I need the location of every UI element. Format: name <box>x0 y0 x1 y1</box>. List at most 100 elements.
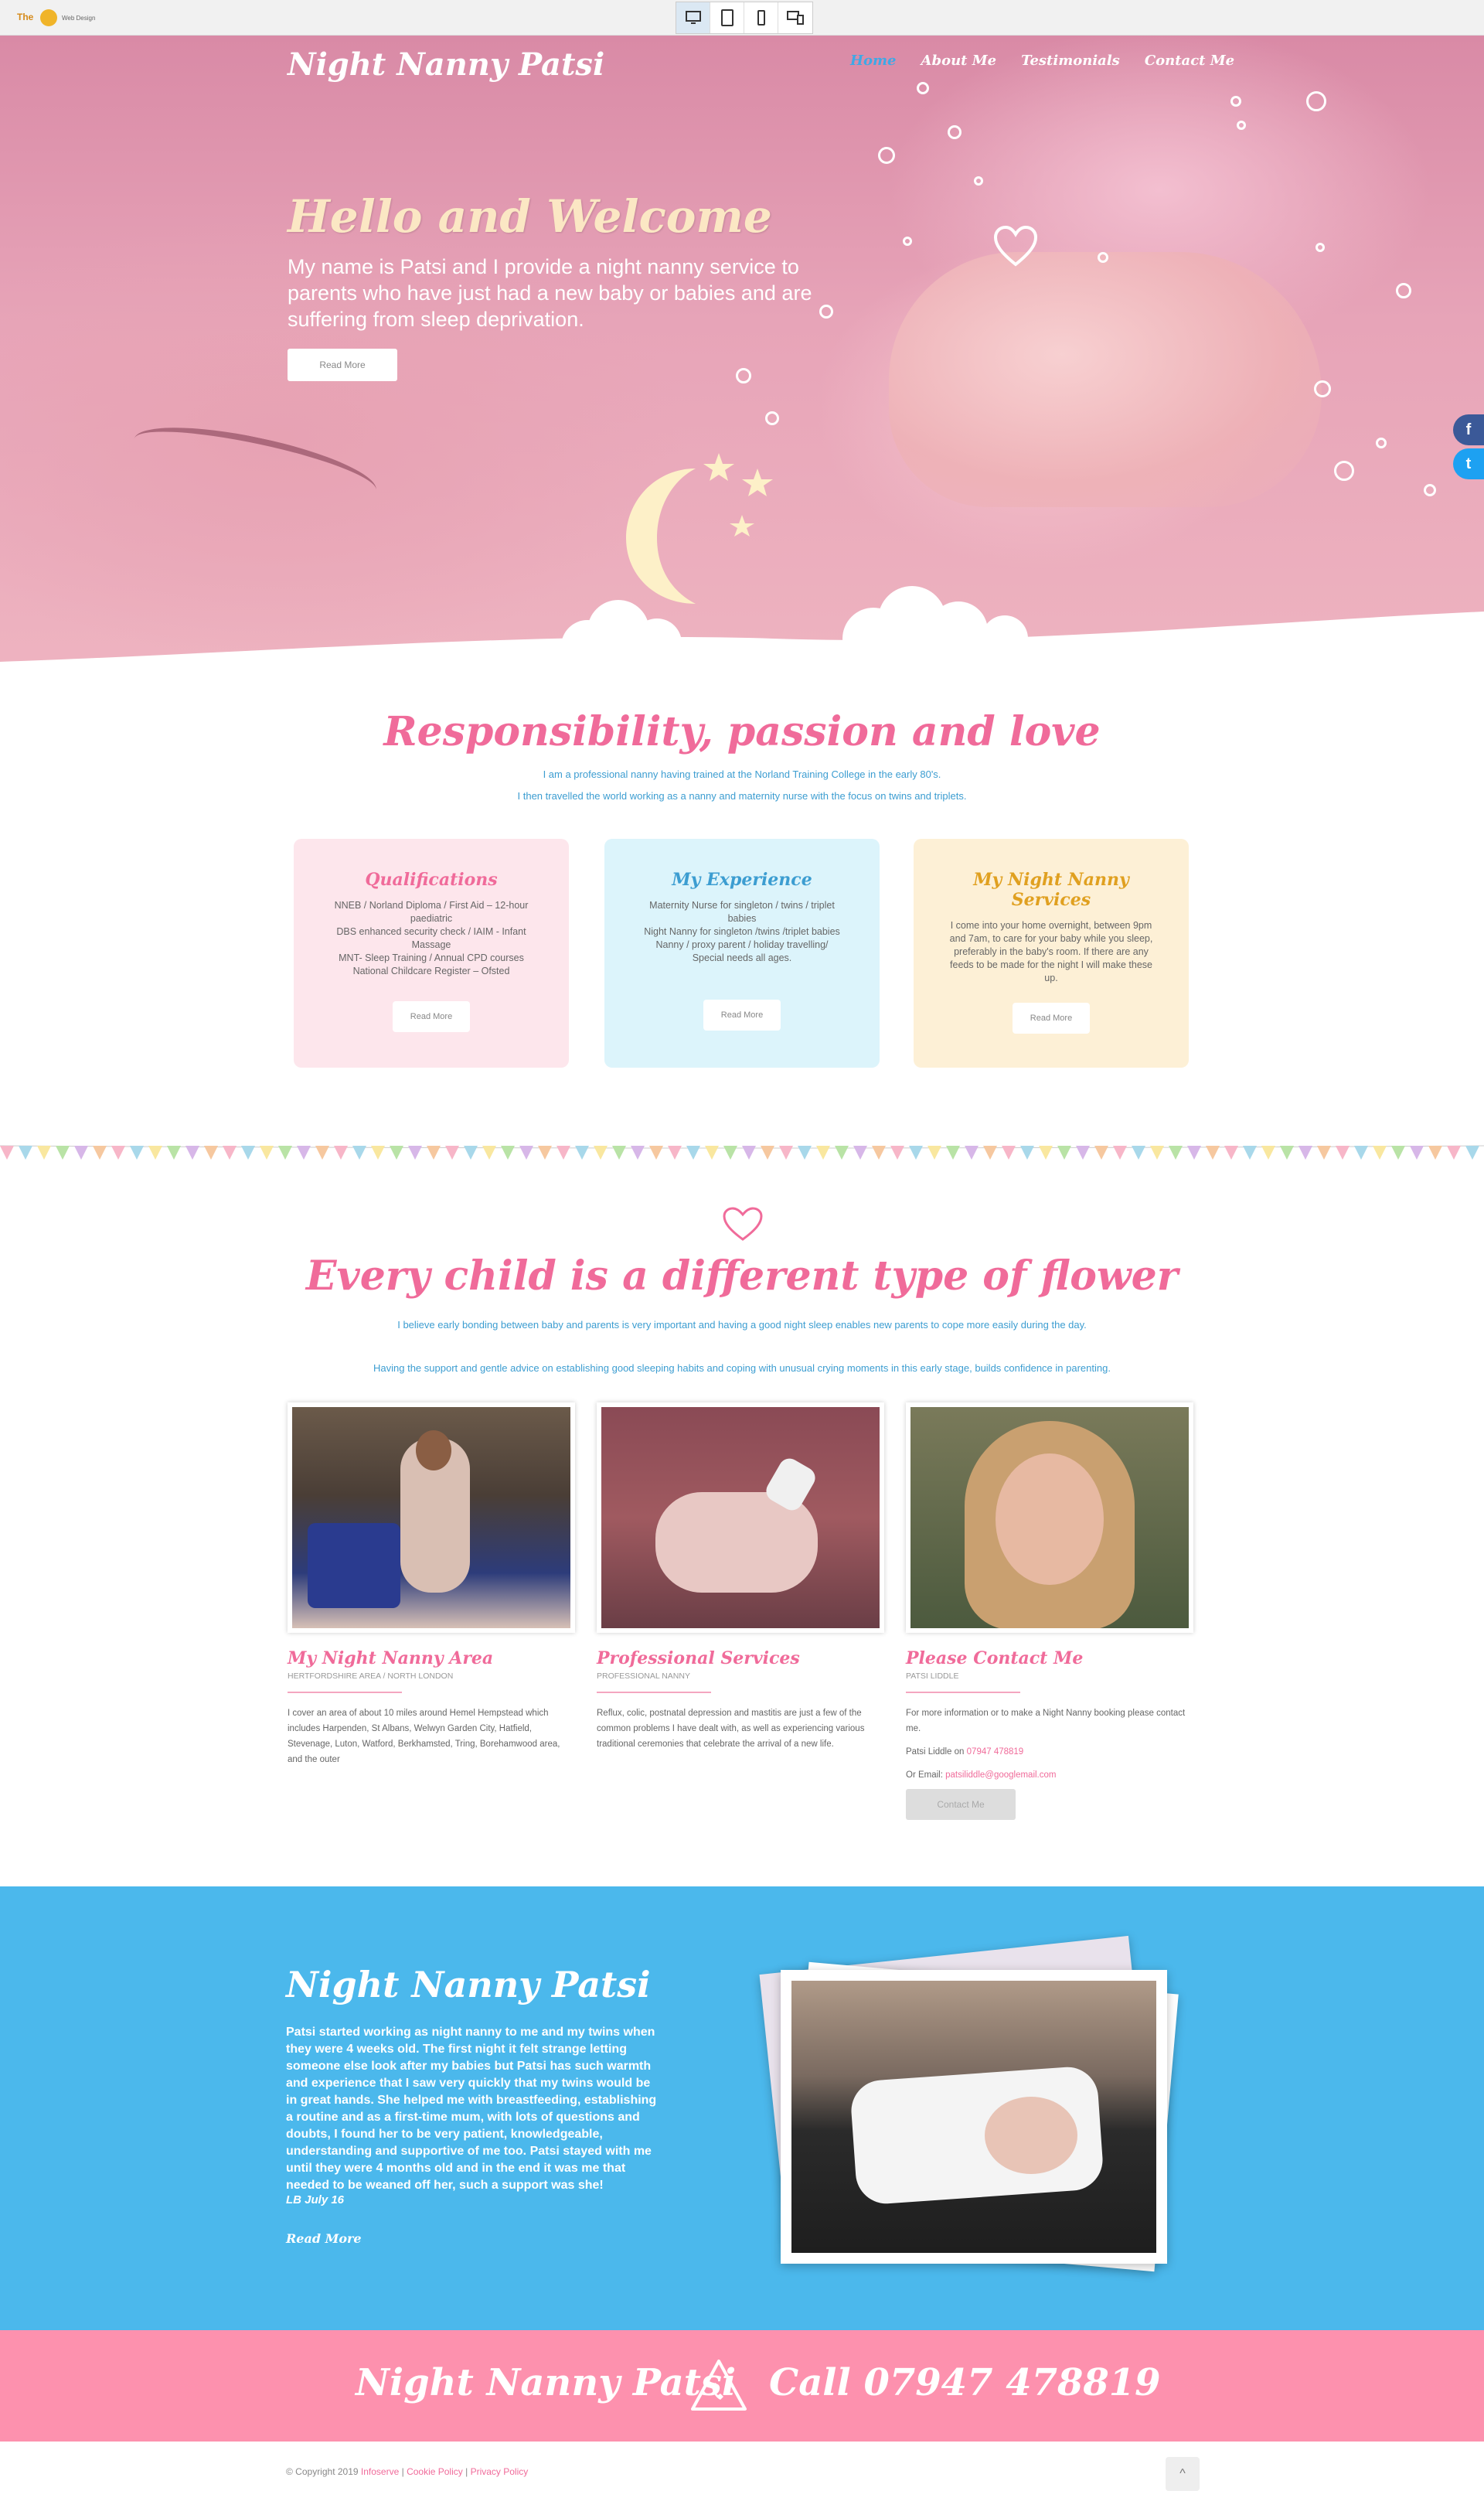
bunting-flag <box>260 1146 274 1160</box>
bubble-icon <box>903 237 912 246</box>
bunting-flag <box>1336 1146 1350 1160</box>
flower-text-1: I believe early bonding between baby and… <box>397 1319 1087 1331</box>
column-subtitle: PROFESSIONAL NANNY <box>597 1671 690 1681</box>
testimonial-read-more-link[interactable]: Read More <box>286 2231 362 2246</box>
bunting-flag <box>464 1146 478 1160</box>
cookie-policy-link[interactable]: Cookie Policy <box>407 2466 463 2477</box>
bunting-flag <box>1447 1146 1461 1160</box>
intro-text: I am a professional nanny having trained… <box>356 764 1128 807</box>
bunting-flag <box>408 1146 422 1160</box>
bunting-flag <box>1113 1146 1127 1160</box>
bubble-icon <box>1424 484 1436 496</box>
bunting-flag <box>1150 1146 1164 1160</box>
nav-home[interactable]: Home <box>850 53 897 69</box>
bunting-flag <box>631 1146 645 1160</box>
card-title: My Experience <box>672 870 812 890</box>
tablet-icon <box>720 9 733 26</box>
bubble-icon <box>1334 461 1354 481</box>
bunting-flag <box>1354 1146 1368 1160</box>
bunting-flag <box>1169 1146 1183 1160</box>
column-title: Please Contact Me <box>906 1648 1084 1668</box>
call-band-phone[interactable]: Call 07947 478819 <box>769 2361 1161 2404</box>
hero-read-more-button[interactable]: Read More <box>288 349 397 381</box>
bunting-flag <box>315 1146 329 1160</box>
bubble-icon <box>974 176 983 186</box>
bubble-icon <box>917 82 929 94</box>
bunting-flag <box>575 1146 589 1160</box>
bubble-icon <box>1376 438 1387 448</box>
bunting-flag <box>1410 1146 1424 1160</box>
card-text: I come into your home overnight, between… <box>949 920 1153 983</box>
bunting-flag <box>445 1146 459 1160</box>
infoserve-link[interactable]: Infoserve <box>361 2466 399 2477</box>
nav-testimonials[interactable]: Testimonials <box>1021 53 1120 69</box>
bunting-flag <box>0 1146 14 1160</box>
tablet-view-button[interactable] <box>710 2 744 33</box>
divider <box>597 1692 711 1693</box>
divider <box>288 1692 402 1693</box>
bubble-icon <box>1314 380 1331 397</box>
bunting-flag <box>1206 1146 1220 1160</box>
card-read-more-button[interactable]: Read More <box>393 1001 470 1032</box>
bunting-flag <box>779 1146 793 1160</box>
phone-view-button[interactable] <box>744 2 778 33</box>
nav-contact-me[interactable]: Contact Me <box>1145 53 1234 69</box>
bunting-flag <box>1298 1146 1312 1160</box>
bunting-flag <box>1187 1146 1201 1160</box>
preview-toolbar: The Web Design <box>0 0 1484 36</box>
card-read-more-button[interactable]: Read More <box>1013 1003 1090 1034</box>
bunting-flag <box>297 1146 311 1160</box>
site-logo[interactable]: Night Nanny Patsi <box>288 46 604 83</box>
bunting-flag <box>241 1146 255 1160</box>
call-band: Night Nanny Patsi Call 07947 478819 <box>0 2330 1484 2442</box>
bunting-flag <box>19 1146 32 1160</box>
bunting-flag <box>278 1146 292 1160</box>
back-to-top-button[interactable]: ^ <box>1166 2457 1200 2491</box>
bunting-flag <box>501 1146 515 1160</box>
card-services: My Night Nanny Services I come into your… <box>914 839 1189 1068</box>
card-experience: My Experience Maternity Nurse for single… <box>604 839 880 1068</box>
bunting-flag <box>761 1146 774 1160</box>
testimonial-signature: LB July 16 <box>286 2193 345 2206</box>
email-label: Or Email: <box>906 1770 943 1780</box>
email-line: Or Email: patsiliddle@googlemail.com <box>906 1767 1193 1783</box>
desktop-view-button[interactable] <box>676 2 710 33</box>
bunting-flag <box>816 1146 830 1160</box>
preview-logo-sub: Web Design <box>62 15 96 22</box>
bunting-flag <box>482 1146 496 1160</box>
bubble-icon <box>878 147 895 164</box>
bunting-flag <box>1243 1146 1257 1160</box>
bunting-flag <box>371 1146 385 1160</box>
photo-frame <box>906 1402 1193 1633</box>
hero-title: Hello and Welcome <box>288 190 772 243</box>
chevron-up-icon: ^ <box>1179 2467 1186 2480</box>
bunting-flag <box>130 1146 144 1160</box>
preview-logo[interactable]: The Web Design <box>17 8 110 28</box>
facebook-share-button[interactable]: f <box>1453 414 1484 445</box>
bunting-flag <box>93 1146 107 1160</box>
multi-device-view-button[interactable] <box>778 2 812 33</box>
bunting-flag <box>1224 1146 1238 1160</box>
card-title: My Night Nanny Services <box>973 870 1129 910</box>
bunting-flag <box>983 1146 997 1160</box>
hero-text: My name is Patsi and I provide a night n… <box>288 255 812 331</box>
nav-about-me[interactable]: About Me <box>921 53 997 69</box>
phone-link[interactable]: 07947 478819 <box>967 1747 1024 1757</box>
bunting-flag <box>1076 1146 1090 1160</box>
privacy-policy-link[interactable]: Privacy Policy <box>471 2466 529 2477</box>
bunting-flag <box>946 1146 960 1160</box>
bunting-flag <box>1317 1146 1331 1160</box>
bunting-flag <box>890 1146 904 1160</box>
card-read-more-button[interactable]: Read More <box>703 1000 781 1031</box>
bunting-divider <box>0 1145 1484 1160</box>
bunting-flag <box>204 1146 218 1160</box>
social-share-bar: f t <box>1453 414 1484 482</box>
bubble-icon <box>1306 91 1326 111</box>
contact-me-button[interactable]: Contact Me <box>906 1789 1016 1820</box>
bunting-flag <box>723 1146 737 1160</box>
bunting-flag <box>37 1146 51 1160</box>
testimonial-text: Patsi started working as night nanny to … <box>286 2026 657 2192</box>
email-link[interactable]: patsiliddle@googlemail.com <box>945 1770 1056 1780</box>
main-nav: Home About Me Testimonials Contact Me <box>850 53 1234 69</box>
twitter-share-button[interactable]: t <box>1453 448 1484 479</box>
